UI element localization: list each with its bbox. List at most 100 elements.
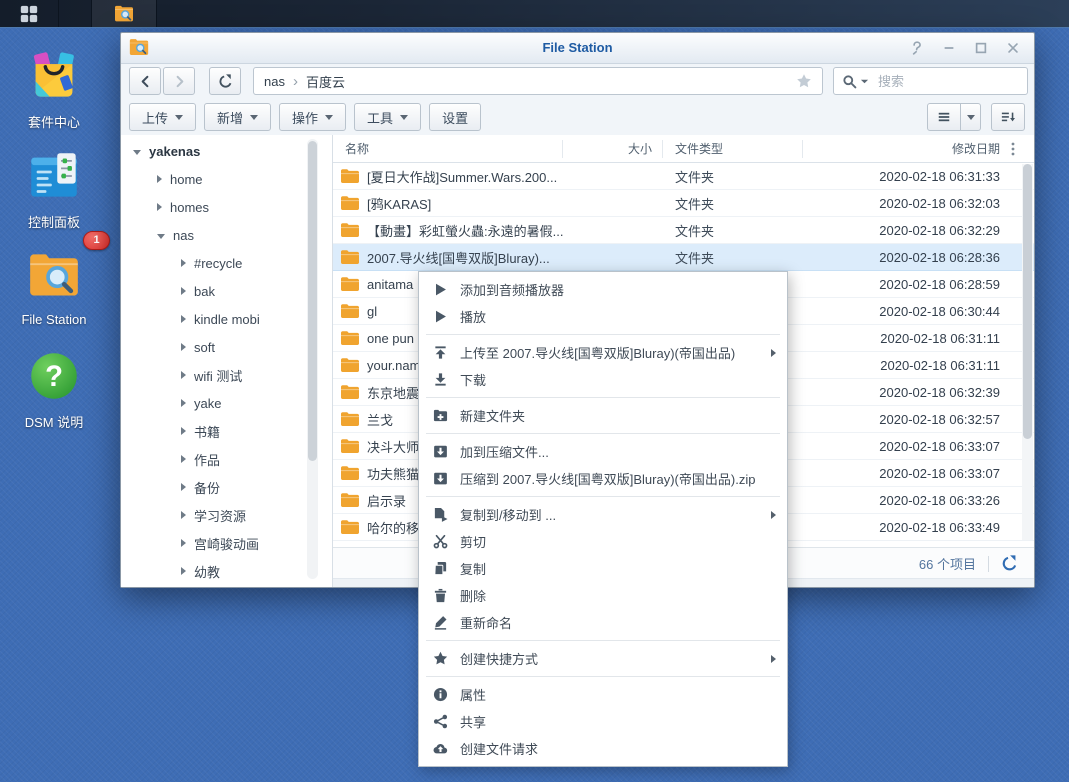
tree-expander-icon[interactable]	[181, 455, 186, 463]
breadcrumb-current[interactable]: 百度云	[306, 72, 345, 91]
file-row[interactable]: 2007.导火线[国粤双版]Bluray)... 文件夹 2020-02-18 …	[333, 244, 1034, 271]
column-header-size[interactable]: 大小	[563, 140, 663, 158]
back-button[interactable]	[129, 67, 161, 95]
tree-item[interactable]: yakenas	[121, 137, 332, 165]
tree-expander-icon[interactable]	[181, 371, 186, 379]
window-control-button[interactable]	[970, 37, 992, 59]
context-menu-item[interactable]: 删除	[419, 582, 787, 609]
window-control-button[interactable]	[1002, 37, 1024, 59]
column-header-name[interactable]: 名称	[333, 140, 563, 158]
search-caret-icon[interactable]	[860, 77, 869, 86]
toolbar-button[interactable]: 设置	[429, 103, 481, 131]
sort-button[interactable]	[991, 103, 1025, 131]
context-menu-item[interactable]: 创建文件请求	[419, 735, 787, 762]
tree-item[interactable]: wifi 测试	[121, 361, 332, 389]
tree-expander-icon[interactable]	[157, 234, 165, 239]
context-menu-item[interactable]: 共享	[419, 708, 787, 735]
tree-expander-icon[interactable]	[181, 343, 186, 351]
list-header: 名称 大小 文件类型 修改日期	[333, 135, 1034, 163]
column-options-icon[interactable]	[1005, 141, 1021, 157]
titlebar[interactable]: File Station	[121, 33, 1034, 64]
tree-scrollbar[interactable]	[307, 139, 318, 579]
forward-button[interactable]	[163, 67, 195, 95]
context-menu-item[interactable]: 播放	[419, 303, 787, 330]
tree-item-label: bak	[194, 284, 215, 299]
context-menu-item[interactable]: 加到压缩文件...	[419, 438, 787, 465]
tree-item[interactable]: nas	[121, 221, 332, 249]
tree-item[interactable]: 书籍	[121, 417, 332, 445]
tree-expander-icon[interactable]	[181, 427, 186, 435]
list-scrollbar[interactable]	[1022, 164, 1033, 540]
desktop-shortcut[interactable]: 套件中心	[8, 48, 100, 148]
context-menu-item[interactable]: 复制	[419, 555, 787, 582]
tree-expander-icon[interactable]	[157, 203, 162, 211]
context-menu-item[interactable]: 添加到音频播放器	[419, 276, 787, 303]
toolbar-button[interactable]: 工具	[354, 103, 421, 131]
search-input[interactable]	[876, 73, 1019, 90]
favorite-star-icon[interactable]	[796, 73, 812, 89]
file-row[interactable]: [夏日大作战]Summer.Wars.200... 文件夹 2020-02-18…	[333, 163, 1034, 190]
tree-expander-icon[interactable]	[157, 175, 162, 183]
window-control-button[interactable]	[906, 37, 928, 59]
tree-item[interactable]: 作品	[121, 445, 332, 473]
toolbar-button[interactable]: 新增	[204, 103, 271, 131]
tree-item[interactable]: homes	[121, 193, 332, 221]
context-menu-item[interactable]: 属性	[419, 681, 787, 708]
context-menu-item-icon	[432, 309, 449, 325]
tree-item[interactable]: bak	[121, 277, 332, 305]
desktop-shortcut[interactable]: File Station	[8, 248, 100, 348]
tree-item[interactable]: soft	[121, 333, 332, 361]
tree-item[interactable]: #recycle	[121, 249, 332, 277]
window-control-button[interactable]	[938, 37, 960, 59]
tree-scrollbar-thumb[interactable]	[308, 141, 317, 461]
context-menu-item[interactable]: 压缩到 2007.导火线[国粤双版]Bluray)(帝国出品).zip	[419, 465, 787, 492]
tree-expander-icon[interactable]	[133, 150, 141, 155]
list-scrollbar-thumb[interactable]	[1023, 164, 1032, 439]
column-header-date[interactable]: 修改日期	[803, 140, 1034, 158]
desktop-shortcut[interactable]: ? DSM 说明	[8, 348, 100, 448]
refresh-button[interactable]	[209, 67, 241, 95]
tree-expander-icon[interactable]	[181, 259, 186, 267]
tree-item[interactable]: kindle mobi	[121, 305, 332, 333]
taskbar-file-station-tab[interactable]	[91, 0, 157, 27]
caret-down-icon	[250, 115, 258, 120]
tree-expander-icon[interactable]	[181, 511, 186, 519]
main-menu-button[interactable]	[0, 0, 59, 27]
context-menu-item-label: 新建文件夹	[460, 406, 525, 425]
tree-item-label: #recycle	[194, 256, 242, 271]
tree-expander-icon[interactable]	[181, 567, 186, 575]
breadcrumb[interactable]: nas › 百度云	[253, 67, 823, 95]
breadcrumb-root[interactable]: nas	[264, 74, 285, 89]
tree-item[interactable]: 幼教	[121, 557, 332, 585]
file-row[interactable]: 【動畫】彩虹螢火蟲:永遠的暑假... 文件夹 2020-02-18 06:32:…	[333, 217, 1034, 244]
context-menu-item[interactable]: 下载	[419, 366, 787, 393]
file-row[interactable]: [鸦KARAS] 文件夹 2020-02-18 06:32:03	[333, 190, 1034, 217]
tree-item[interactable]: 备份	[121, 473, 332, 501]
refresh-list-icon[interactable]	[1001, 555, 1018, 572]
tree-item[interactable]: 宫崎骏动画	[121, 529, 332, 557]
tree-item-label: 作品	[194, 450, 220, 469]
view-mode-dropdown[interactable]	[961, 103, 981, 131]
desktop-shortcut[interactable]: 1 控制面板	[8, 148, 100, 248]
toolbar-button[interactable]: 上传	[129, 103, 196, 131]
tree-expander-icon[interactable]	[181, 483, 186, 491]
caret-down-icon	[325, 115, 333, 120]
context-menu-item[interactable]: 重新命名	[419, 609, 787, 636]
context-menu-item[interactable]: 新建文件夹	[419, 402, 787, 429]
tree-expander-icon[interactable]	[181, 315, 186, 323]
context-menu-item[interactable]: 复制到/移动到 ...	[419, 501, 787, 528]
column-header-type[interactable]: 文件类型	[663, 140, 803, 158]
toolbar-button[interactable]: 操作	[279, 103, 346, 131]
view-mode-button[interactable]	[927, 103, 961, 131]
search-box[interactable]	[833, 67, 1028, 95]
tree-expander-icon[interactable]	[181, 539, 186, 547]
tree-item[interactable]: 学习资源	[121, 501, 332, 529]
folder-icon	[341, 466, 359, 480]
tree-expander-icon[interactable]	[181, 287, 186, 295]
tree-item[interactable]: yake	[121, 389, 332, 417]
tree-expander-icon[interactable]	[181, 399, 186, 407]
context-menu-item[interactable]: 剪切	[419, 528, 787, 555]
context-menu-item[interactable]: 创建快捷方式	[419, 645, 787, 672]
tree-item[interactable]: home	[121, 165, 332, 193]
context-menu-item[interactable]: 上传至 2007.导火线[国粤双版]Bluray)(帝国出品)	[419, 339, 787, 366]
